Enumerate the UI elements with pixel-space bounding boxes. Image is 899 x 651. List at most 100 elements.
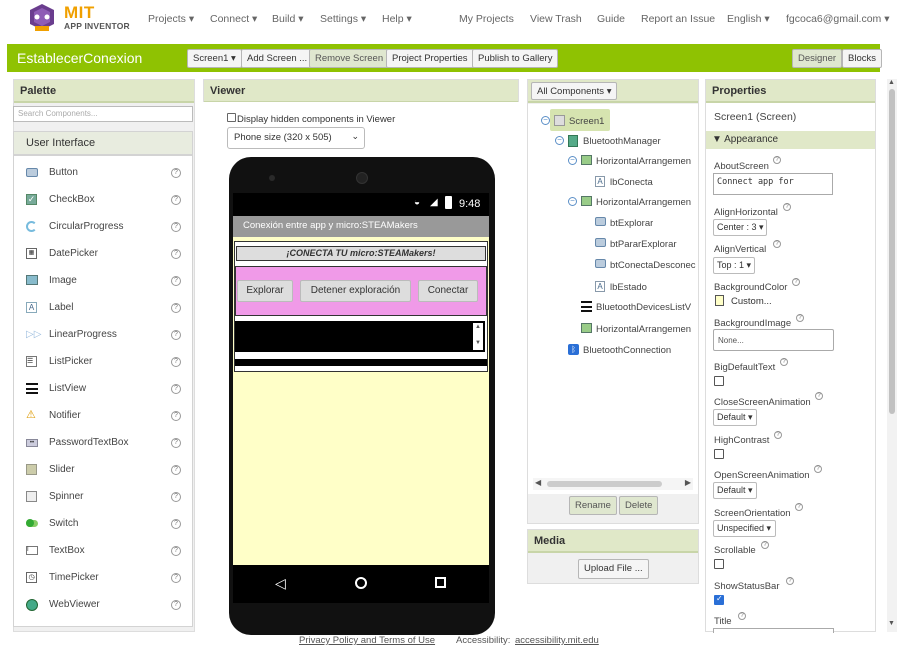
help-icon[interactable]: ? <box>171 573 181 583</box>
scroll-right-icon[interactable]: ▶ <box>685 478 691 487</box>
help-icon[interactable]: ? <box>171 357 181 367</box>
page-scroll-thumb[interactable] <box>889 89 895 414</box>
category-user-interface[interactable]: User Interface <box>13 131 193 155</box>
upload-file-button[interactable]: Upload File ... <box>578 559 649 579</box>
scroll-up-icon[interactable]: ▲ <box>888 79 895 86</box>
tree-item-horizontalarrangemen[interactable]: HorizontalArrangemen <box>596 324 691 335</box>
tree-item-horizontalarrangemen[interactable]: HorizontalArrangemen <box>596 156 691 167</box>
help-icon[interactable]: ? <box>814 465 822 473</box>
accessibility-link[interactable]: accessibility.mit.edu <box>515 635 599 646</box>
tree-item-lbestado[interactable]: lbEstado <box>610 282 647 293</box>
button-explorar[interactable]: Explorar <box>237 280 293 302</box>
big-default-text-checkbox[interactable] <box>714 376 724 386</box>
collapse-toggle-icon[interactable]: − <box>568 197 577 206</box>
publish-gallery-button[interactable]: Publish to Gallery <box>472 49 559 68</box>
delete-button[interactable]: Delete <box>619 496 659 515</box>
nav-user[interactable]: fgcoca6@gmail.com ▾ <box>786 13 889 25</box>
nav-my-projects[interactable]: My Projects <box>459 13 514 25</box>
help-icon[interactable]: ? <box>786 577 794 585</box>
help-icon[interactable]: ? <box>171 330 181 340</box>
help-icon[interactable]: ? <box>171 519 181 529</box>
open-animation-select[interactable]: Default ▾ <box>713 482 757 499</box>
tree-hscrollbar[interactable]: ◀ ▶ <box>533 478 693 490</box>
show-status-bar-checkbox[interactable]: ✓ <box>714 594 724 605</box>
help-icon[interactable]: ? <box>171 249 181 259</box>
help-icon[interactable]: ? <box>171 168 181 178</box>
background-color-value[interactable]: Custom... <box>731 296 772 307</box>
palette-item-spinner[interactable]: Spinner? <box>14 484 192 511</box>
help-icon[interactable]: ? <box>171 195 181 205</box>
button-conectar[interactable]: Conectar <box>418 280 478 302</box>
nav-settings[interactable]: Settings ▾ <box>320 13 366 25</box>
phone-size-select[interactable]: Phone size (320 x 505) ⌄ <box>227 127 365 149</box>
help-icon[interactable]: ? <box>171 222 181 232</box>
palette-item-listpicker[interactable]: ☰ ListPicker? <box>14 349 192 376</box>
nav-projects[interactable]: Projects ▾ <box>148 13 194 25</box>
nav-build[interactable]: Build ▾ <box>272 13 304 25</box>
palette-item-switch[interactable]: Switch? <box>14 511 192 538</box>
nav-connect[interactable]: Connect ▾ <box>210 13 257 25</box>
tree-item-bluetoothdeviceslistv[interactable]: BluetoothDevicesListV <box>596 302 691 313</box>
tree-item-horizontalarrangemen[interactable]: HorizontalArrangemen <box>596 197 691 208</box>
collapse-toggle-icon[interactable]: − <box>568 156 577 165</box>
appearance-section[interactable]: ▼ Appearance <box>706 131 875 149</box>
help-icon[interactable]: ? <box>773 156 781 164</box>
help-icon[interactable]: ? <box>171 411 181 421</box>
help-icon[interactable]: ? <box>773 240 781 248</box>
screen-orientation-select[interactable]: Unspecified ▾ <box>713 520 776 537</box>
brand[interactable]: MIT APP INVENTOR <box>64 4 130 31</box>
palette-item-button[interactable]: Button? <box>14 160 192 187</box>
scroll-up-icon[interactable]: ▲ <box>475 324 481 330</box>
tree-item-lbconecta[interactable]: lbConecta <box>610 177 653 188</box>
rename-button[interactable]: Rename <box>569 496 617 515</box>
help-icon[interactable]: ? <box>738 612 746 620</box>
palette-item-linearprogress[interactable]: ▷▷ LinearProgress? <box>14 322 192 349</box>
nav-report-issue[interactable]: Report an Issue <box>641 13 715 25</box>
palette-item-checkbox[interactable]: ✓ CheckBox? <box>14 187 192 214</box>
close-animation-select[interactable]: Default ▾ <box>713 409 757 426</box>
tree-item-screen1[interactable]: Screen1 <box>569 116 604 127</box>
help-icon[interactable]: ? <box>171 600 181 610</box>
palette-search-input[interactable]: Search Components... <box>13 106 193 122</box>
palette-item-passwordtextbox[interactable]: •• PasswordTextBox? <box>14 430 192 457</box>
nav-language[interactable]: English ▾ <box>727 13 770 25</box>
project-properties-button[interactable]: Project Properties <box>386 49 474 68</box>
screen-select[interactable]: Screen1 ▾ <box>187 49 242 68</box>
help-icon[interactable]: ? <box>795 503 803 511</box>
background-image-field[interactable]: None... <box>713 329 834 351</box>
add-screen-button[interactable]: Add Screen ... <box>241 49 314 68</box>
tree-item-btexplorar[interactable]: btExplorar <box>610 218 653 229</box>
help-icon[interactable]: ? <box>792 278 800 286</box>
about-screen-textarea[interactable]: Connect app for <box>713 173 833 195</box>
palette-item-datepicker[interactable]: ▦ DatePicker? <box>14 241 192 268</box>
tree-hscroll-thumb[interactable] <box>547 481 662 487</box>
button-detener-exploracion[interactable]: Detener exploración <box>300 280 411 302</box>
help-icon[interactable]: ? <box>815 392 823 400</box>
blocks-button[interactable]: Blocks <box>842 49 882 68</box>
collapse-toggle-icon[interactable]: − <box>541 116 550 125</box>
scroll-down-icon[interactable]: ▼ <box>888 620 895 627</box>
palette-item-timepicker[interactable]: ◷ TimePicker? <box>14 565 192 592</box>
help-icon[interactable]: ? <box>796 314 804 322</box>
listview-devices[interactable]: ▲ ▼ <box>235 321 485 352</box>
palette-item-slider[interactable]: Slider? <box>14 457 192 484</box>
scrollable-checkbox[interactable] <box>714 559 724 569</box>
remove-screen-button[interactable]: Remove Screen <box>309 49 390 68</box>
designer-button[interactable]: Designer <box>792 49 843 68</box>
components-filter-select[interactable]: All Components ▾ <box>531 82 618 100</box>
help-icon[interactable]: ? <box>774 431 782 439</box>
palette-item-circularprogress[interactable]: CircularProgress? <box>14 214 192 241</box>
tree-item-btpararexplorar[interactable]: btPararExplorar <box>610 239 677 250</box>
palette-item-webviewer[interactable]: WebViewer? <box>14 592 192 619</box>
align-vertical-select[interactable]: Top : 1 ▾ <box>713 257 755 274</box>
horizontal-arrangement-3[interactable] <box>235 359 487 366</box>
help-icon[interactable]: ? <box>171 492 181 502</box>
scroll-down-icon[interactable]: ▼ <box>475 340 481 346</box>
title-field[interactable] <box>713 628 834 633</box>
palette-item-label[interactable]: A Label? <box>14 295 192 322</box>
high-contrast-checkbox[interactable] <box>714 449 724 459</box>
help-icon[interactable]: ? <box>783 203 791 211</box>
help-icon[interactable]: ? <box>171 546 181 556</box>
help-icon[interactable]: ? <box>171 438 181 448</box>
label-lbconecta[interactable]: ¡CONECTA TU micro:STEAMakers! <box>236 246 486 261</box>
